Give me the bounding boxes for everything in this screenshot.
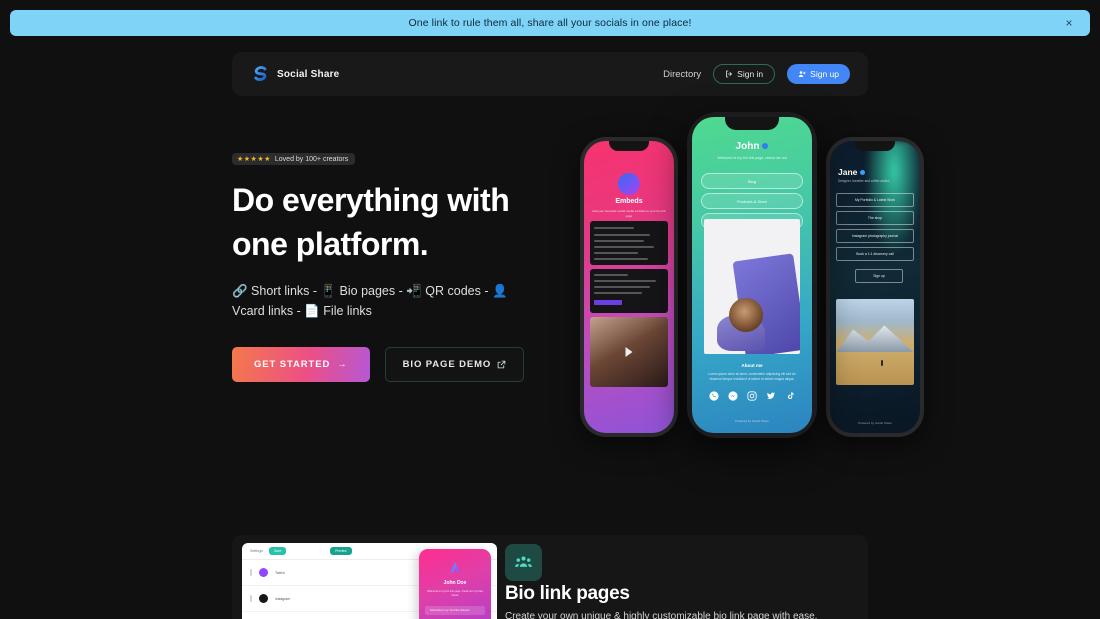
jane-signup-button[interactable]: Sign up xyxy=(855,269,903,283)
jane-link-button[interactable]: The shop xyxy=(836,211,914,225)
play-icon[interactable] xyxy=(625,347,633,357)
embeds-title: Embeds xyxy=(615,198,643,205)
john-name-text: John xyxy=(735,141,760,152)
feature-description: Create your own unique & highly customiz… xyxy=(505,611,818,619)
embed-video-thumbnail xyxy=(590,317,668,387)
phone-mockup-embeds: Embeds Add your favourite social media e… xyxy=(580,137,678,437)
about-heading: About me xyxy=(741,363,763,368)
sign-up-label: Sign up xyxy=(810,69,839,79)
login-arrow-icon xyxy=(726,70,733,78)
preview-link-button[interactable]: Subscribe to my YouTube channel xyxy=(425,606,485,615)
rating-badge-label: Loved by 100+ creators xyxy=(274,155,349,163)
sign-up-button[interactable]: Sign up xyxy=(787,64,850,84)
announcement-banner: One link to rule them all, share all you… xyxy=(10,10,1090,36)
dashboard-preview-chip[interactable]: Preview xyxy=(330,547,352,555)
brand-name: Social Share xyxy=(277,68,340,80)
dashboard-tab-label: Settings xyxy=(250,549,263,553)
embed-card xyxy=(590,269,668,313)
tiktok-icon[interactable] xyxy=(785,391,795,401)
feature-card: Settings Save Preview Twitch Instagram J… xyxy=(232,535,868,619)
hero-section: ★★★★★ Loved by 100+ creators Do everythi… xyxy=(232,148,562,383)
jane-link-button[interactable]: My Portfolio & Latest Work xyxy=(836,193,914,207)
feature-section-bio-link-pages: Settings Save Preview Twitch Instagram J… xyxy=(232,535,868,619)
jane-link-button[interactable]: Book a 1:1 discovery call xyxy=(836,247,914,261)
john-subtitle: Welcome to my bio link page, check me ou… xyxy=(717,156,787,160)
feature-icon-tile xyxy=(505,544,542,581)
row-label: Instagram xyxy=(275,596,291,601)
hero-buttons: GET STARTED → BIO PAGE DEMO xyxy=(232,347,562,383)
avatar xyxy=(618,173,640,195)
dashboard-save-chip[interactable]: Save xyxy=(269,547,287,555)
dashboard-phone-preview: John Doe Welcome to my bio link page, ch… xyxy=(419,549,491,619)
embeds-subtitle: Add your favourite social media embeds t… xyxy=(592,209,666,218)
about-text: Lorem ipsum dolor sit amet, consectetur … xyxy=(708,372,796,382)
user-plus-icon xyxy=(798,71,806,77)
jane-name-text: Jane xyxy=(838,167,858,177)
verified-badge-icon xyxy=(860,170,866,176)
phone-notch xyxy=(855,141,895,151)
feature-title: Bio link pages xyxy=(505,583,630,604)
john-link-button[interactable]: Blog xyxy=(701,173,803,189)
drag-handle-icon[interactable] xyxy=(250,569,252,576)
navbar: Social Share Directory Sign in Sign up xyxy=(232,52,868,96)
instagram-icon xyxy=(259,594,268,603)
drag-handle-icon[interactable] xyxy=(250,595,252,602)
sign-in-label: Sign in xyxy=(737,69,764,79)
hero-subtitle: 🔗 Short links - 📱 Bio pages - 📲 QR codes… xyxy=(232,284,508,318)
group-users-icon xyxy=(515,556,532,567)
external-link-icon xyxy=(497,360,506,369)
navbar-actions: Directory Sign in Sign up xyxy=(663,64,850,84)
jane-profile-name: Jane xyxy=(838,167,866,177)
instagram-icon[interactable] xyxy=(747,391,757,401)
landing-page: One link to rule them all, share all you… xyxy=(0,0,1100,619)
jane-link-button[interactable]: Instagram photography journal xyxy=(836,229,914,243)
john-featured-photo xyxy=(704,219,800,354)
jane-photo xyxy=(836,299,914,385)
verified-badge-icon xyxy=(762,143,769,150)
brand-logo-group[interactable]: Social Share xyxy=(250,64,339,84)
messenger-icon[interactable] xyxy=(728,391,738,401)
jane-footer: Powered by Social Share xyxy=(858,421,892,425)
phone-mockup-jane: Jane Designer, traveller and coffee addi… xyxy=(826,137,924,437)
page-title: Do everything with one platform. xyxy=(232,182,510,263)
sign-in-button[interactable]: Sign in xyxy=(713,64,776,84)
announcement-text: One link to rule them all, share all you… xyxy=(408,17,692,29)
phone-notch xyxy=(609,141,649,151)
embed-card xyxy=(590,221,668,265)
whatsapp-icon[interactable] xyxy=(709,391,719,401)
dashboard-mockup: Settings Save Preview Twitch Instagram J… xyxy=(242,543,497,619)
nav-link-directory[interactable]: Directory xyxy=(663,69,701,80)
social-share-s-logo-icon xyxy=(254,66,267,81)
hiker-graphic xyxy=(881,360,884,367)
john-profile-name: John xyxy=(692,141,812,152)
preview-profile-name: John Doe xyxy=(443,580,467,586)
arrow-right-icon: → xyxy=(337,359,348,371)
bio-page-demo-button[interactable]: BIO PAGE DEMO xyxy=(384,347,525,383)
twitter-icon[interactable] xyxy=(766,391,776,401)
bio-page-demo-label: BIO PAGE DEMO xyxy=(402,359,492,371)
social-icons-row xyxy=(692,391,812,401)
john-link-button[interactable]: Products & Store xyxy=(701,193,803,209)
row-label: Twitch xyxy=(275,570,285,575)
john-footer: Powered by Social Share xyxy=(735,419,769,423)
preview-subtitle: Welcome to my bio link page, check out m… xyxy=(427,590,483,598)
twitch-icon xyxy=(259,568,268,577)
rating-badge: ★★★★★ Loved by 100+ creators xyxy=(232,153,356,165)
phone-notch xyxy=(725,117,779,130)
close-icon[interactable]: × xyxy=(1062,16,1076,30)
mountain-graphic xyxy=(836,325,914,353)
jane-subtitle: Designer, traveller and coffee addict. xyxy=(838,179,890,183)
get-started-button[interactable]: GET STARTED → xyxy=(232,347,370,383)
phone-mockup-john: John Welcome to my bio link page, check … xyxy=(687,112,817,438)
get-started-label: GET STARTED xyxy=(254,359,331,371)
phone-mockups: Embeds Add your favourite social media e… xyxy=(572,112,932,442)
star-rating-icon: ★★★★★ xyxy=(237,156,271,163)
avatar xyxy=(450,562,460,573)
